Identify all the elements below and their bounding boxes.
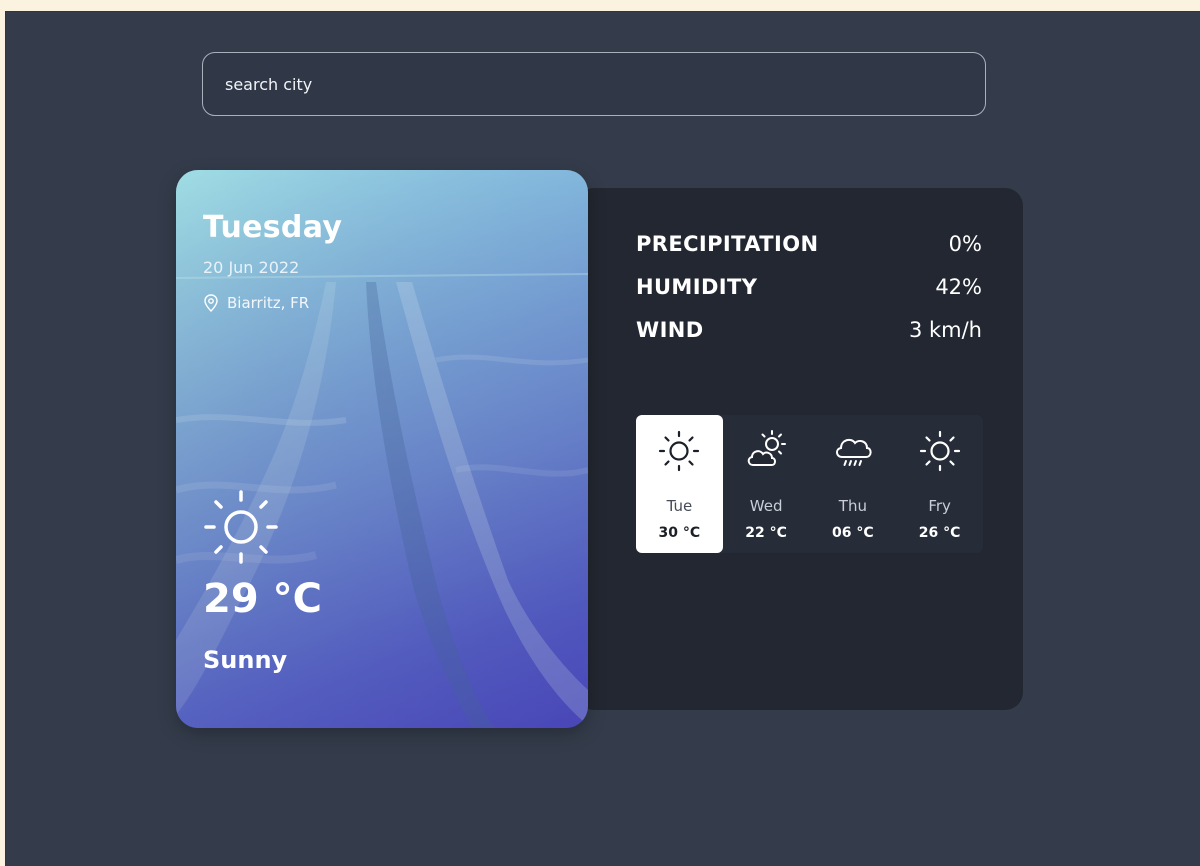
weather-stats: PRECIPITATION 0% HUMIDITY 42% WIND 3 km/… [636,232,982,361]
current-weather-content: Tuesday 20 Jun 2022 Biarritz, FR 29 °C S… [176,170,588,728]
forecast-strip: Tue 30 °C Wed 22 °C Thu 06 °C Fry 26 °C [636,415,983,553]
sun-icon [202,488,280,566]
forecast-day-name: Fry [928,497,951,515]
forecast-day-temp: 30 °C [658,525,701,541]
search-box [202,52,986,116]
forecast-day-name: Thu [838,497,867,515]
current-weather-card: Tuesday 20 Jun 2022 Biarritz, FR 29 °C S… [176,170,588,728]
forecast-day-temp: 26 °C [918,525,961,541]
stat-value: 42% [935,275,982,299]
current-condition: Sunny [203,646,288,674]
stat-label: WIND [636,318,704,342]
forecast-day-name: Wed [749,497,783,515]
forecast-day-temp: 06 °C [832,525,874,541]
forecast-day-temp: 22 °C [745,525,787,541]
search-city-input[interactable] [203,53,985,115]
current-day: Tuesday [203,210,343,245]
forecast-day-name: Tue [666,497,693,515]
weather-app: Tuesday 20 Jun 2022 Biarritz, FR [6,12,1200,866]
stat-value: 0% [948,232,982,256]
stat-precipitation: PRECIPITATION 0% [636,232,982,275]
forecast-day-thu[interactable]: Thu 06 °C [810,415,897,553]
rain-cloud-icon [829,427,877,475]
stat-humidity: HUMIDITY 42% [636,275,982,318]
stat-wind: WIND 3 km/h [636,318,982,361]
stat-value: 3 km/h [908,318,982,342]
location: Biarritz, FR [203,294,309,312]
stat-label: PRECIPITATION [636,232,819,256]
stat-label: HUMIDITY [636,275,758,299]
forecast-day-tue[interactable]: Tue 30 °C [636,415,723,553]
forecast-day-fri[interactable]: Fry 26 °C [896,415,983,553]
sun-icon [916,427,964,475]
forecast-day-wed[interactable]: Wed 22 °C [723,415,810,553]
current-date: 20 Jun 2022 [203,258,300,277]
current-temperature: 29 °C [203,576,322,622]
partly-cloudy-icon [742,427,790,475]
sun-icon [655,427,703,475]
location-text: Biarritz, FR [227,294,310,312]
location-pin-icon [203,294,219,312]
